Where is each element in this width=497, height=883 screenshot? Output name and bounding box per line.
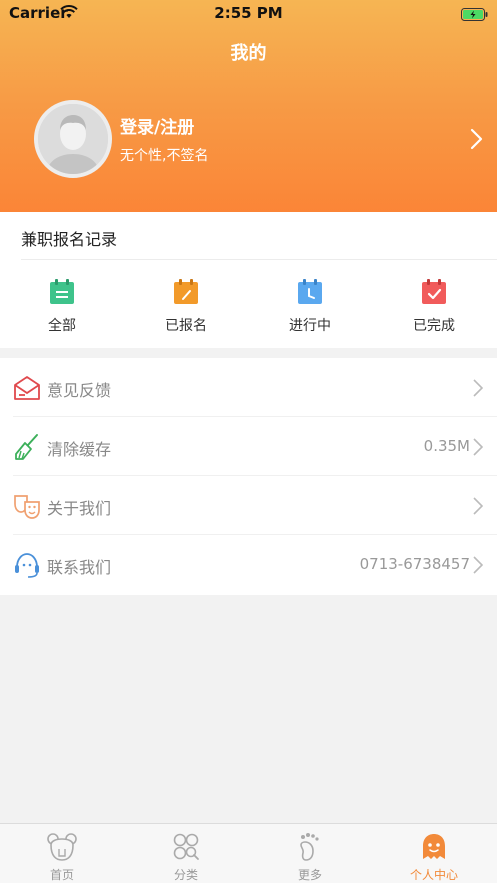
login-register-link[interactable]: 登录/注册	[120, 113, 194, 138]
record-label: 已报名	[165, 318, 207, 334]
record-filter-in-progress[interactable]: 进行中	[248, 276, 372, 336]
default-avatar-icon	[38, 104, 108, 174]
profile-ghost-icon	[423, 834, 445, 859]
menu-label: 清除缓存	[47, 440, 112, 459]
status-time: 2:55 PM	[214, 4, 283, 22]
menu-item-about[interactable]: 关于我们	[0, 476, 497, 535]
record-filter-all[interactable]: 全部	[0, 276, 124, 336]
home-bear-icon	[47, 833, 77, 861]
record-label: 已完成	[413, 318, 455, 334]
broom-icon	[15, 434, 38, 460]
page-title: 我的	[230, 43, 267, 64]
tab-label: 首页	[49, 868, 74, 882]
battery-icon	[461, 6, 488, 25]
record-label: 进行中	[289, 318, 331, 334]
divider	[21, 259, 497, 260]
calendar-edit-icon	[174, 279, 198, 304]
tab-profile[interactable]: 个人中心	[372, 824, 496, 883]
status-bar: Carrier 2:55 PM	[0, 0, 497, 26]
menu-label: 联系我们	[47, 558, 112, 577]
profile-header: Carrier 2:55 PM 我的 登录/注册 无个性,不签名	[0, 0, 497, 212]
chevron-right-icon	[473, 497, 483, 515]
tab-label: 更多	[297, 868, 322, 882]
calendar-check-icon	[422, 279, 446, 304]
footprint-icon	[300, 833, 319, 861]
tab-home[interactable]: 首页	[0, 824, 124, 883]
records-title: 兼职报名记录	[21, 230, 118, 249]
settings-menu: 意见反馈 清除缓存 0.35M 关于我们 联系我们 0713-6738457	[0, 358, 497, 595]
tab-bar: 首页 分类 更多 个人中心	[0, 823, 497, 883]
signup-records-panel: 兼职报名记录 全部 已报名 进行中 已完成	[0, 212, 497, 348]
tab-label: 个人中心	[409, 868, 458, 882]
chevron-right-icon[interactable]	[470, 128, 484, 154]
record-filter-completed[interactable]: 已完成	[372, 276, 496, 336]
cache-size-value: 0.35M	[423, 437, 470, 455]
record-filter-registered[interactable]: 已报名	[124, 276, 248, 336]
tab-label: 分类	[173, 868, 198, 882]
tab-category[interactable]: 分类	[124, 824, 248, 883]
feedback-envelope-icon	[14, 376, 40, 400]
menu-label: 关于我们	[47, 499, 112, 518]
phone-number-value: 0713-6738457	[359, 555, 470, 573]
menu-item-clear-cache[interactable]: 清除缓存 0.35M	[0, 417, 497, 476]
record-label: 全部	[48, 318, 76, 334]
chevron-right-icon	[473, 379, 483, 397]
chevron-right-icon	[473, 438, 483, 456]
calendar-list-icon	[50, 279, 74, 304]
menu-item-feedback[interactable]: 意见反馈	[0, 358, 497, 417]
chevron-right-icon	[473, 556, 483, 574]
calendar-clock-icon	[298, 279, 322, 304]
tab-more[interactable]: 更多	[248, 824, 372, 883]
masks-icon	[14, 495, 40, 519]
user-signature: 无个性,不签名	[120, 148, 209, 164]
menu-item-contact[interactable]: 联系我们 0713-6738457	[0, 535, 497, 594]
category-icon	[173, 833, 199, 860]
avatar[interactable]	[34, 100, 112, 178]
menu-label: 意见反馈	[47, 381, 112, 400]
headset-icon	[15, 553, 39, 578]
